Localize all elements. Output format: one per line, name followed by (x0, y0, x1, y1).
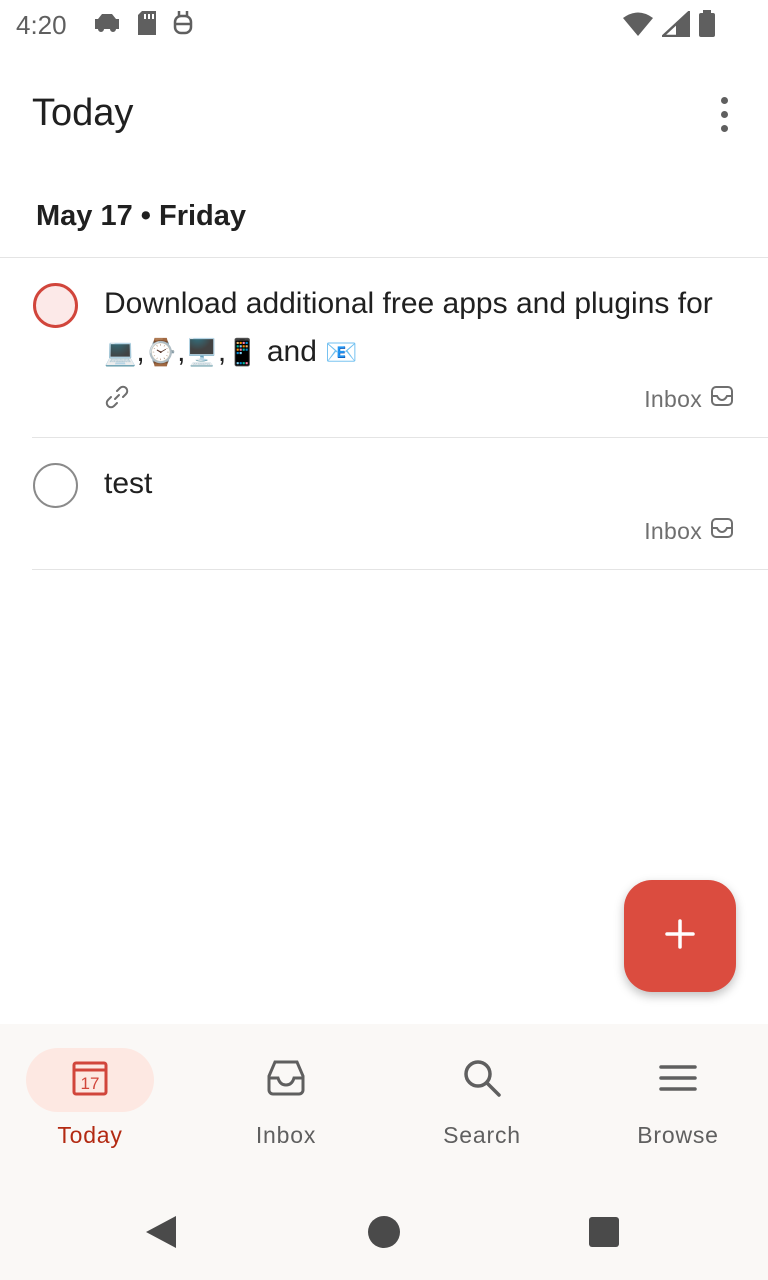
calendar-17-icon: 17 (71, 1059, 109, 1102)
plus-icon (665, 918, 695, 954)
nav-item-search[interactable]: Search (392, 1048, 572, 1168)
nav-label: Browse (637, 1122, 719, 1148)
more-vertical-icon (720, 96, 728, 104)
add-task-button[interactable] (624, 880, 736, 992)
nav-label: Search (443, 1122, 521, 1148)
recents-icon[interactable] (589, 1217, 619, 1247)
task-text[interactable]: test (104, 460, 728, 508)
back-icon[interactable] (144, 1214, 178, 1255)
robot-icon (172, 10, 194, 36)
bottom-navigation: 17 Today Inbox Search Browse (0, 1024, 768, 1184)
inbox-icon (710, 516, 734, 546)
section-title: May 17 • Friday (36, 200, 247, 232)
date-section-header: May 17 • Friday (0, 180, 768, 258)
phone-emoji: 📱 (226, 337, 259, 367)
task-content[interactable]: Download additional free apps and plugin… (104, 280, 728, 376)
wifi-icon (622, 11, 654, 37)
system-navigation-bar (0, 1184, 768, 1280)
status-bar: 4:20 (0, 0, 768, 48)
inbox-icon (266, 1058, 306, 1103)
task-item[interactable]: Download additional free apps and plugin… (0, 258, 768, 438)
car-icon (92, 11, 122, 35)
sd-card-icon (136, 10, 158, 36)
page-title: Today (32, 92, 134, 134)
task-item[interactable]: test Inbox (0, 438, 768, 570)
project-label: Inbox (644, 384, 734, 414)
svg-text:17: 17 (81, 1074, 100, 1093)
status-time: 4:20 (16, 10, 67, 40)
inbox-icon (710, 384, 734, 414)
project-name: Inbox (644, 385, 702, 412)
nav-item-inbox[interactable]: Inbox (196, 1048, 376, 1168)
task-text-mid: and (258, 335, 326, 368)
email-emoji: 📧 (325, 337, 358, 367)
nav-item-today[interactable]: 17 Today (0, 1048, 180, 1168)
menu-lines-icon (658, 1062, 698, 1099)
watch-emoji: ⌚ (144, 337, 178, 367)
task-checkbox[interactable] (33, 283, 78, 328)
desktop-emoji: 🖥️ (185, 337, 218, 367)
app-header: Today (0, 70, 768, 160)
task-text: Download additional free apps and plugin… (104, 287, 713, 320)
cell-signal-icon (662, 11, 690, 37)
home-icon[interactable] (368, 1216, 400, 1248)
link-icon (104, 384, 130, 415)
laptop-emoji: 💻 (104, 337, 137, 367)
nav-item-browse[interactable]: Browse (588, 1048, 768, 1168)
battery-icon (698, 10, 716, 38)
divider (32, 569, 768, 570)
more-options-button[interactable] (704, 90, 744, 138)
project-label: Inbox (644, 516, 734, 546)
task-checkbox[interactable] (33, 463, 78, 508)
project-name: Inbox (644, 517, 702, 544)
nav-label: Today (57, 1122, 123, 1148)
search-icon (462, 1058, 502, 1103)
nav-label: Inbox (255, 1122, 317, 1148)
